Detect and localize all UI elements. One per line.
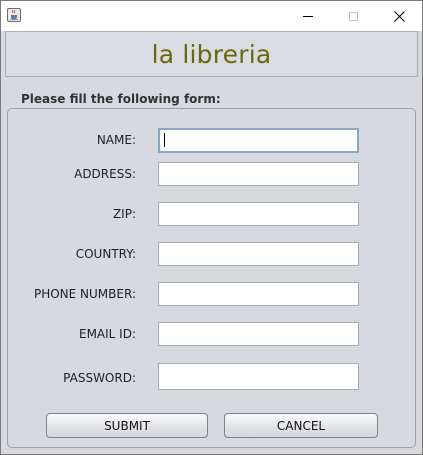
close-icon xyxy=(393,10,405,22)
minimize-icon xyxy=(303,15,313,17)
close-button[interactable] xyxy=(376,1,422,31)
password-field[interactable] xyxy=(158,363,359,390)
name-field[interactable] xyxy=(158,128,359,153)
email-id-label: EMAIL ID: xyxy=(78,327,136,341)
form-caption: Please fill the following form: xyxy=(21,92,221,106)
password-label: PASSWORD: xyxy=(63,371,136,385)
app-title: la libreria xyxy=(151,39,272,69)
zip-field[interactable] xyxy=(158,202,359,226)
address-field[interactable] xyxy=(158,162,359,186)
name-label: NAME: xyxy=(96,133,136,147)
minimize-button[interactable] xyxy=(285,1,331,31)
zip-label: ZIP: xyxy=(112,207,136,221)
title-bar xyxy=(1,1,422,31)
address-label: ADDRESS: xyxy=(74,167,136,181)
app-window: la libreria Please fill the following fo… xyxy=(0,0,423,455)
java-cup-icon[interactable] xyxy=(7,8,21,22)
form-panel xyxy=(7,108,416,448)
phone-number-field[interactable] xyxy=(158,282,359,306)
phone-number-label: PHONE NUMBER: xyxy=(33,287,136,301)
header-band: la libreria xyxy=(5,31,418,77)
submit-button[interactable]: SUBMIT xyxy=(46,413,208,438)
country-label: COUNTRY: xyxy=(75,247,136,261)
maximize-button[interactable] xyxy=(330,1,376,31)
text-caret xyxy=(164,133,165,147)
cancel-button[interactable]: CANCEL xyxy=(224,413,378,438)
email-id-field[interactable] xyxy=(158,322,359,346)
country-field[interactable] xyxy=(158,242,359,266)
maximize-icon xyxy=(348,11,358,21)
